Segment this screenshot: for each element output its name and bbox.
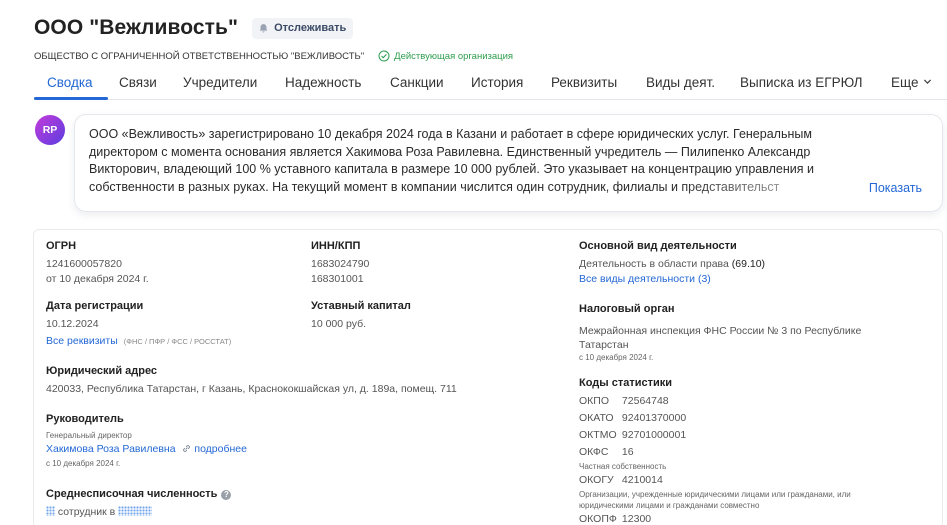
- activity-block: Основной вид деятельности Деятельность в…: [579, 240, 765, 287]
- info-icon[interactable]: ?: [221, 490, 232, 500]
- head-name-link[interactable]: Хакимова Роза Равилевна: [46, 443, 176, 455]
- okfs-value: 16: [621, 446, 634, 458]
- oktmo-key: ОКТМО: [579, 429, 617, 441]
- capital-label: Уставный капитал: [311, 300, 411, 312]
- okogu-key: ОКОГУ: [579, 474, 614, 486]
- head-details-label: подробнее: [194, 443, 247, 455]
- all-activities-link[interactable]: Все виды деятельности (3): [579, 272, 765, 287]
- okato-value: 92401370000: [621, 412, 687, 424]
- okfs-desc: Частная собственность: [579, 462, 667, 471]
- tax-line-2: Татарстан: [579, 339, 629, 351]
- avatar: RP: [35, 115, 65, 145]
- link-icon: [183, 445, 191, 452]
- address-value: 420033, Республика Татарстан, г Казань, …: [46, 383, 457, 395]
- okfs-row: ОКФС 16: [579, 444, 851, 461]
- company-subline: ОБЩЕСТВО С ОГРАНИЧЕННОЙ ОТВЕТСТВЕННОСТЬЮ…: [34, 50, 513, 62]
- company-title: ООО "Вежливость": [34, 16, 239, 39]
- tab-sanctions[interactable]: Санкции: [390, 75, 444, 90]
- tab-activities[interactable]: Виды деят.: [646, 75, 715, 90]
- tab-egrul-extract[interactable]: Выписка из ЕГРЮЛ: [740, 75, 862, 90]
- ogrn-date: от 10 декабря 2024 г.: [46, 273, 149, 285]
- ogrn-value: 1241600057820: [46, 258, 122, 270]
- activity-value: Деятельность в области права: [579, 258, 729, 270]
- okfs-key: ОКФС: [579, 446, 609, 458]
- employees-block: Среднесписочная численность? сотрудник в: [46, 488, 232, 520]
- head-label: Руководитель: [46, 413, 124, 425]
- okato-row: ОКАТО 92401370000: [579, 410, 851, 427]
- head-since: с 10 декабря 2024 г.: [46, 459, 121, 468]
- okpo-row: ОКПО 72564748: [579, 393, 851, 410]
- tab-bar: Сводка Связи Учредители Надежность Санкц…: [34, 66, 947, 100]
- hidden-count-pattern: [46, 506, 55, 516]
- details-card: ОГРН 1241600057820 от 10 декабря 2024 г.…: [33, 229, 943, 525]
- track-button-label: Отслеживать: [274, 22, 347, 34]
- chevron-down-icon: [924, 79, 932, 85]
- status-badge: Действующая организация: [378, 50, 513, 62]
- okopf-row: ОКОПФ 12300: [579, 511, 851, 525]
- hidden-year-pattern: [118, 506, 153, 516]
- track-button[interactable]: Отслеживать: [252, 17, 354, 39]
- activity-label: Основной вид деятельности: [579, 240, 737, 252]
- bell-icon: [259, 23, 268, 33]
- activity-code: (69.10): [731, 258, 766, 270]
- oktmo-row: ОКТМО 92701000001: [579, 427, 851, 444]
- summary-card: ООО «Вежливость» зарегистрировано 10 дек…: [74, 114, 943, 212]
- stat-codes-label: Коды статистики: [579, 377, 673, 389]
- active-tab-indicator: [34, 97, 108, 100]
- all-requisites-link[interactable]: Все реквизиты: [46, 335, 118, 347]
- okogu-row: ОКОГУ 4210014: [579, 472, 851, 489]
- requisites-sources: (ФНС / ПФР / ФСС / РОССТАТ): [123, 337, 232, 346]
- tab-history[interactable]: История: [471, 75, 523, 90]
- okogu-value: 4210014: [621, 474, 663, 486]
- capital-block: Уставный капитал 10 000 руб.: [311, 300, 411, 332]
- address-block: Юридический адрес 420033, Республика Тат…: [46, 365, 457, 397]
- okpo-key: ОКПО: [579, 395, 609, 407]
- ogrn-block: ОГРН 1241600057820 от 10 декабря 2024 г.: [46, 240, 149, 287]
- tab-summary[interactable]: Сводка: [47, 75, 93, 90]
- reg-date-block: Дата регистрации 10.12.2024 Все реквизит…: [46, 300, 231, 349]
- employees-value: сотрудник в: [57, 506, 116, 518]
- okopf-key: ОКОПФ: [579, 513, 617, 525]
- employees-label: Среднесписочная численность: [46, 488, 218, 500]
- status-text: Действующая организация: [394, 50, 514, 62]
- tab-requisites[interactable]: Реквизиты: [551, 75, 617, 90]
- company-header: ООО "Вежливость" Отслеживать: [34, 16, 354, 40]
- reg-date-label: Дата регистрации: [46, 300, 144, 312]
- okogu-desc-2: юридическими лицами и гражданами совмест…: [579, 501, 760, 510]
- ogrn-label: ОГРН: [46, 240, 77, 252]
- address-label: Юридический адрес: [46, 365, 158, 377]
- oktmo-value: 92701000001: [621, 429, 687, 441]
- head-block: Руководитель Генеральный директор Хакимо…: [46, 413, 247, 469]
- summary-fade: [675, 177, 885, 199]
- tab-reliability[interactable]: Надежность: [285, 75, 361, 90]
- tax-line-1: Межрайонная инспекция ФНС России № 3 по …: [579, 325, 862, 337]
- company-full-name: ОБЩЕСТВО С ОГРАНИЧЕННОЙ ОТВЕТСТВЕННОСТЬЮ…: [34, 50, 365, 62]
- capital-value: 10 000 руб.: [311, 318, 367, 330]
- tab-founders[interactable]: Учредители: [183, 75, 257, 90]
- head-details-link[interactable]: подробнее: [182, 443, 247, 455]
- inn-kpp-label: ИНН/КПП: [311, 240, 361, 252]
- kpp-value: 168301001: [311, 273, 364, 285]
- inn-value: 1683024790: [311, 258, 370, 270]
- reg-date-value: 10.12.2024: [46, 318, 99, 330]
- show-more-link[interactable]: Показать: [869, 181, 922, 195]
- check-circle-icon: [378, 50, 390, 62]
- tax-label: Налоговый орган: [579, 303, 675, 315]
- okato-key: ОКАТО: [579, 412, 614, 424]
- okpo-value: 72564748: [621, 395, 669, 407]
- okogu-desc-1: Организации, учрежденные юридическими ли…: [579, 490, 851, 499]
- okopf-value: 12300: [621, 513, 652, 525]
- tab-links[interactable]: Связи: [119, 75, 157, 90]
- inn-kpp-block: ИНН/КПП 1683024790 168301001: [311, 240, 369, 287]
- tab-more-label: Еще: [891, 75, 919, 90]
- tax-block: Налоговый орган Межрайонная инспекция ФН…: [579, 303, 861, 363]
- stat-codes-block: Коды статистики ОКПО 72564748 ОКАТО 9240…: [579, 377, 851, 525]
- tab-more[interactable]: Еще: [891, 75, 932, 90]
- tax-since: с 10 декабря 2024 г.: [579, 353, 654, 362]
- head-position: Генеральный директор: [46, 431, 132, 440]
